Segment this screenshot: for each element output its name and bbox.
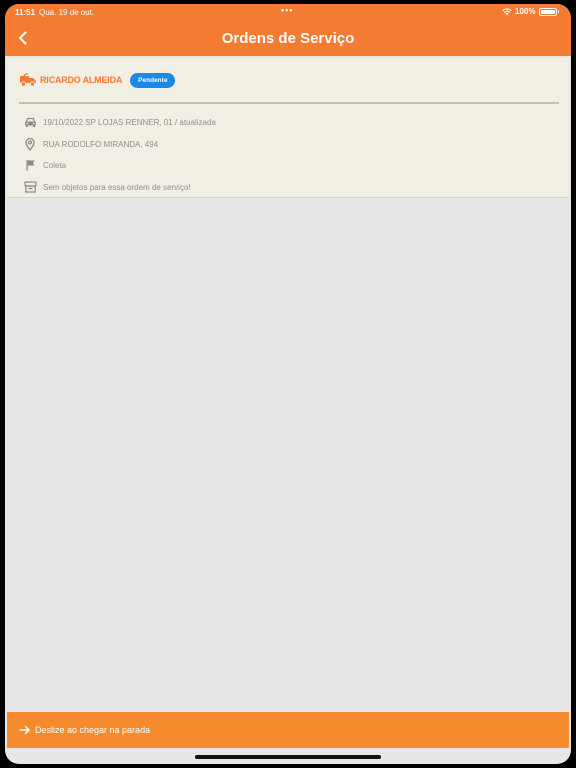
car-icon	[23, 115, 37, 129]
status-time: 11:51	[15, 8, 36, 17]
battery-percent: 100%	[515, 7, 536, 16]
multitask-dots[interactable]: •••	[281, 5, 293, 15]
order-address: RUA RODOLFO MIRANDA, 494	[43, 139, 159, 149]
info-row-date-client: 19/10/2022 SP LOJAS RENNER, 01 / atualiz…	[23, 114, 216, 130]
header-bar: 11:51 Qua. 19 de out. ••• 100% Ordens de…	[5, 4, 571, 56]
slide-label: Deslize ao chegar na parada	[35, 725, 151, 735]
battery-icon	[538, 7, 557, 16]
info-row-type: Coleta	[23, 157, 66, 173]
slide-to-arrive-bar[interactable]: Deslize ao chegar na parada	[7, 712, 569, 748]
service-order-card[interactable]: RICARDO ALMEIDA Pendente 19/10/2022 SP L…	[7, 58, 569, 198]
status-right: 100%	[502, 7, 559, 16]
home-indicator[interactable]	[195, 755, 381, 759]
app-screen: 11:51 Qua. 19 de out. ••• 100% Ordens de…	[5, 4, 571, 764]
order-type: Coleta	[43, 160, 67, 170]
location-pin-icon	[23, 137, 37, 151]
wifi-icon	[502, 7, 512, 15]
status-badge: Pendente	[130, 72, 176, 88]
driver-name: RICARDO ALMEIDA	[40, 75, 123, 85]
info-row-address: RUA RODOLFO MIRANDA, 494	[23, 136, 158, 152]
card-header: RICARDO ALMEIDA Pendente	[19, 70, 176, 90]
battery-tip	[557, 10, 559, 13]
box-icon	[23, 180, 37, 194]
info-row-objects: Sem objetos para essa ordem de serviço!	[23, 179, 191, 195]
status-bar: 11:51 Qua. 19 de out. ••• 100%	[5, 4, 571, 18]
page-title: Ordens de Serviço	[221, 30, 355, 47]
arrow-right-icon	[19, 725, 31, 735]
card-divider	[19, 102, 559, 104]
order-objects-message: Sem objetos para essa ordem de serviço!	[43, 182, 191, 192]
truck-icon	[20, 73, 36, 87]
flag-icon	[23, 158, 37, 172]
status-date: Qua. 19 de out.	[39, 8, 95, 17]
order-date-client: 19/10/2022 SP LOJAS RENNER, 01 / atualiz…	[43, 117, 216, 127]
